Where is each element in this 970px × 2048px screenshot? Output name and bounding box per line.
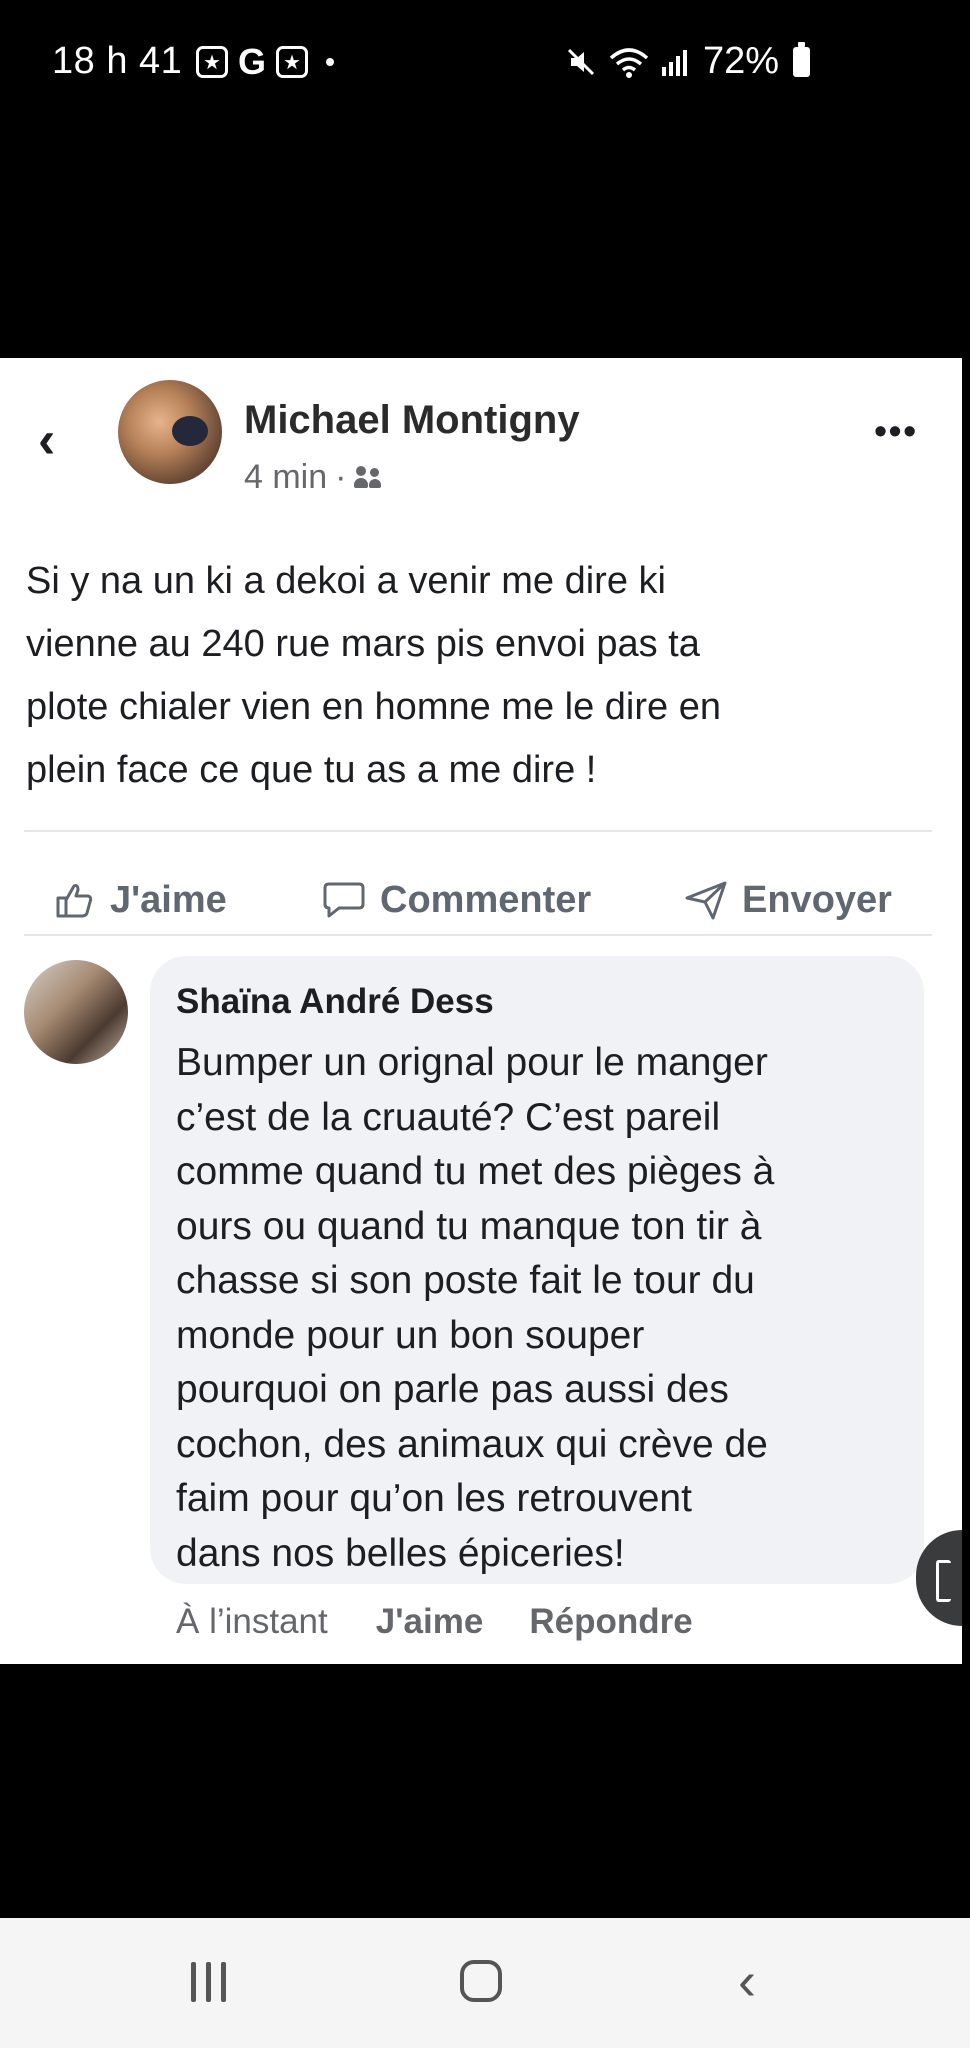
mute-icon [567, 48, 594, 75]
more-options-icon[interactable]: ••• [874, 410, 918, 452]
status-bar: 18 h 41 ★ G ★ 72% [0, 0, 970, 130]
comment-reply-button[interactable]: Répondre [529, 1602, 692, 1642]
star-box-icon: ★ [196, 46, 228, 78]
send-icon [684, 878, 728, 922]
notification-icons: ★ G ★ [196, 41, 335, 82]
like-label: J'aime [110, 878, 227, 921]
comment-bubble-icon [322, 878, 366, 922]
recents-icon[interactable] [191, 1962, 226, 2002]
post-meta: 4 min · [244, 458, 388, 497]
signal-icon [661, 49, 687, 76]
send-label: Envoyer [742, 878, 892, 921]
comment-label: Commenter [380, 878, 592, 921]
post-time[interactable]: 4 min [244, 458, 327, 497]
send-button[interactable]: Envoyer [684, 878, 892, 922]
post-text: Si y na un ki a dekoi a venir me dire ki… [26, 560, 721, 791]
battery-percent: 72% [702, 40, 779, 82]
divider [24, 830, 932, 832]
meta-separator: · [335, 458, 347, 496]
commenter-avatar[interactable] [24, 960, 128, 1064]
more-notifications-dot [326, 58, 335, 66]
wifi-icon [609, 47, 649, 78]
android-nav-bar: ‹ [0, 1918, 970, 2048]
comment-like-button[interactable]: J'aime [376, 1602, 484, 1642]
thumbs-up-icon [52, 878, 96, 922]
comment-button[interactable]: Commenter [322, 878, 591, 922]
comment-author-name[interactable]: Shaïna André Dess [176, 982, 494, 1022]
comment-time: À l’instant [176, 1602, 328, 1641]
star-box-icon: ★ [276, 46, 309, 78]
post-author-name[interactable]: Michael Montigny [244, 398, 580, 443]
post-author-avatar[interactable] [118, 380, 222, 484]
back-button[interactable]: ‹ [38, 410, 55, 470]
status-time: 18 h 41 [52, 40, 183, 82]
back-icon[interactable]: ‹ [738, 1950, 756, 2012]
home-icon[interactable] [460, 1960, 502, 2002]
google-icon: G [238, 41, 267, 82]
facebook-post-card: ‹ Michael Montigny 4 min · ••• Si y na u… [0, 358, 962, 1664]
comment-text: Bumper un orignal pour le manger c’est d… [176, 1041, 775, 1575]
post-actions: J'aime Commenter Envoyer [0, 848, 962, 956]
divider [24, 934, 932, 936]
like-button[interactable]: J'aime [52, 878, 227, 922]
system-icons: 72% [565, 40, 810, 83]
battery-icon [793, 41, 810, 77]
comment-bubble: Shaïna André Dess Bumper un orignal pour… [150, 956, 924, 1584]
friends-icon [354, 465, 388, 490]
comment-actions: À l’instant J'aime Répondre [176, 1602, 739, 1642]
